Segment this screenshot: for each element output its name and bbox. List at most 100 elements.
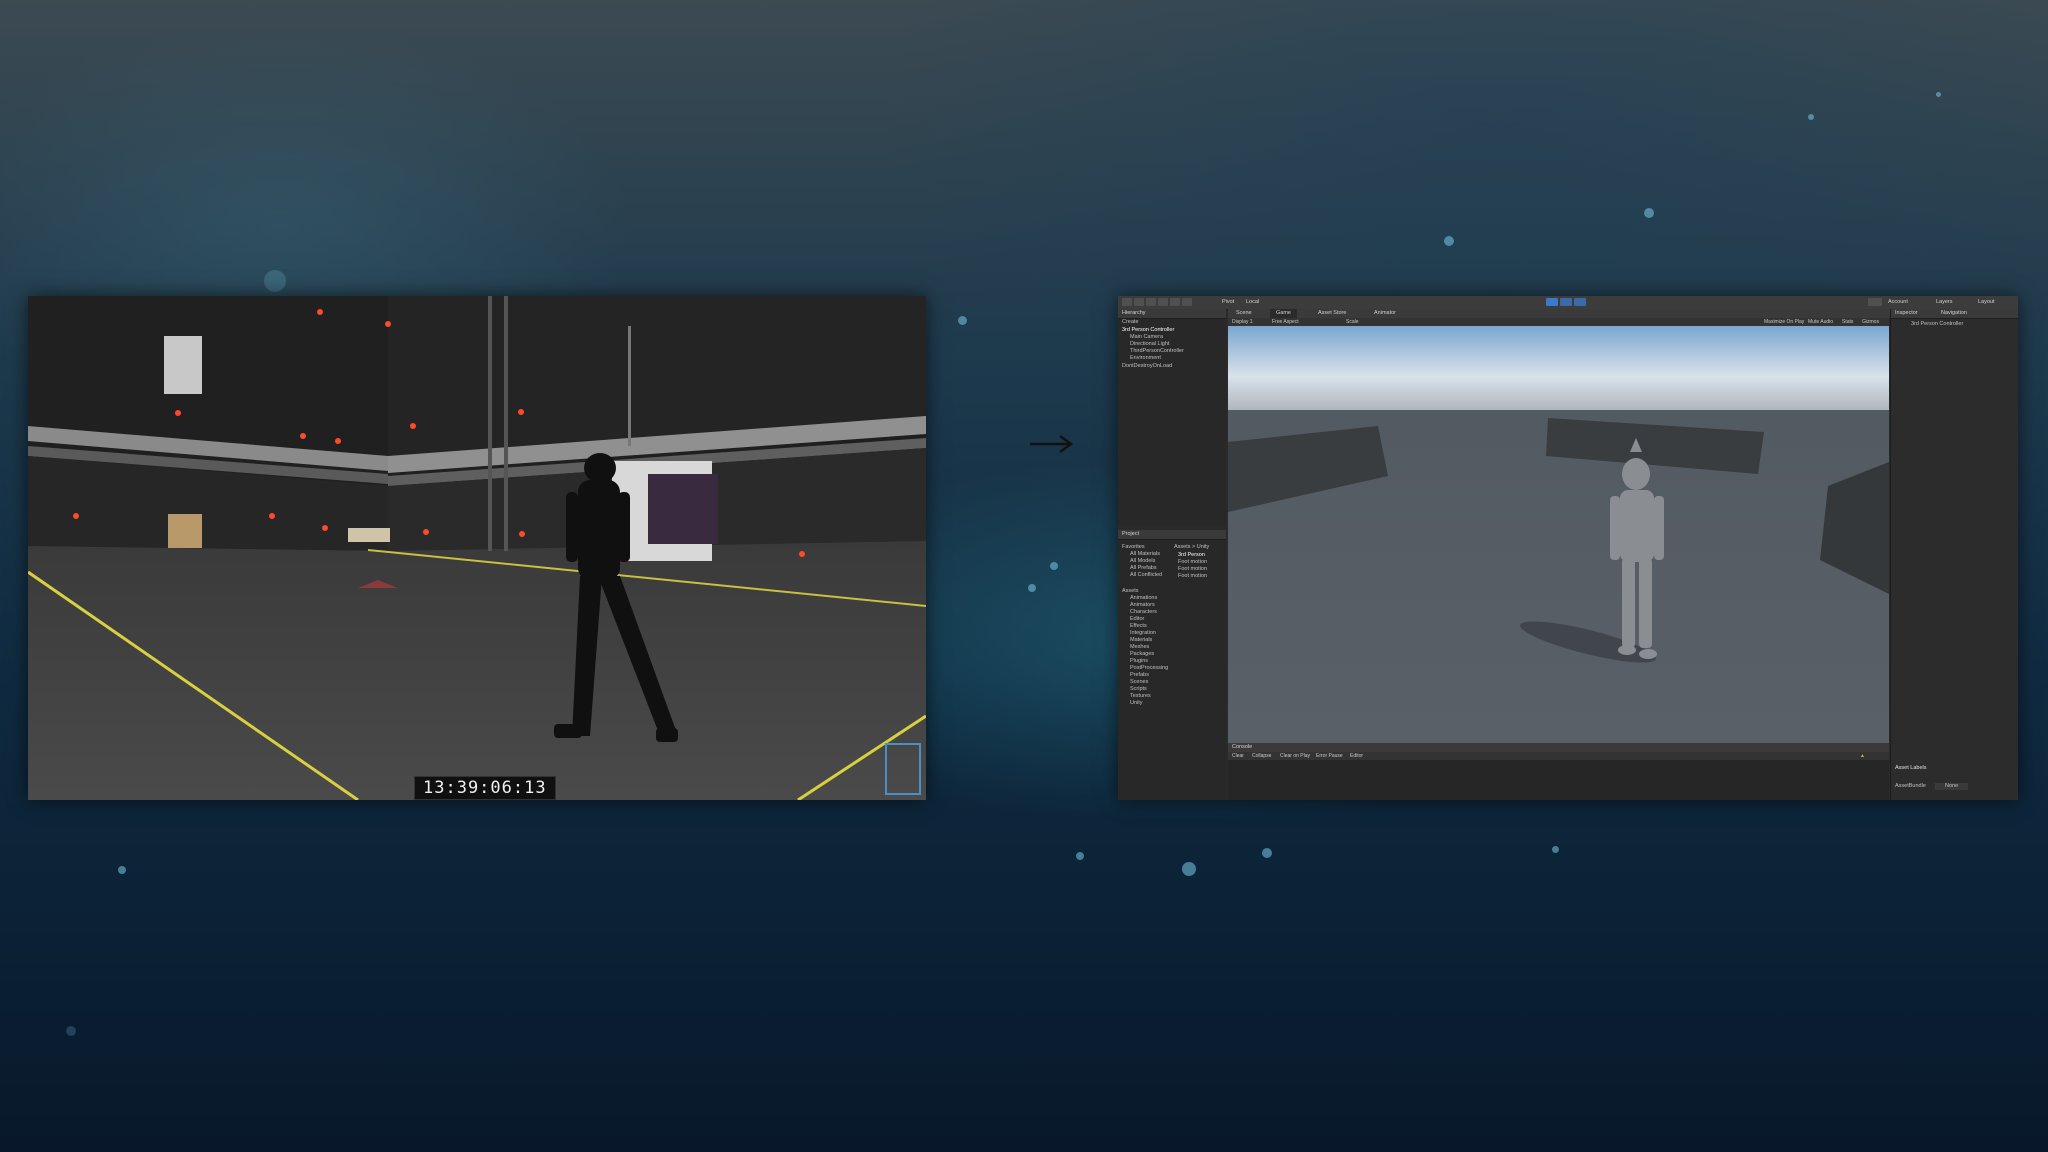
asset-folder[interactable]: Plugins [1130, 658, 1148, 665]
hierarchy-row[interactable]: Main Camera [1130, 334, 1163, 341]
game-view[interactable] [1228, 326, 1889, 743]
favorites-folder[interactable]: Favorites [1122, 544, 1145, 551]
background-sparkle [958, 316, 967, 325]
console-panel: Console Clear Collapse Clear on Play Err… [1228, 743, 1889, 800]
asset-folder[interactable]: Meshes [1130, 644, 1149, 651]
asset-folder[interactable]: Integration [1130, 630, 1156, 637]
hierarchy-row[interactable]: DontDestroyOnLoad [1122, 363, 1172, 370]
account-dropdown[interactable]: Account [1888, 298, 1908, 307]
game-view-render [1228, 326, 1889, 743]
favorite-item[interactable]: All Materials [1130, 551, 1160, 558]
hierarchy-header: Hierarchy [1118, 309, 1226, 319]
hierarchy-row[interactable]: 3rd Person Controller [1122, 327, 1174, 334]
background-sparkle [1182, 862, 1196, 876]
background-sparkle [1262, 848, 1272, 858]
console-clear-on-play-button[interactable]: Clear on Play [1280, 752, 1310, 760]
asset-folder[interactable]: PostProcessing [1130, 665, 1168, 672]
hierarchy-create-button[interactable]: Create [1122, 319, 1139, 326]
tab-game[interactable]: Game [1270, 309, 1297, 318]
scale-tool-button[interactable] [1158, 298, 1168, 306]
assets-folder[interactable]: Assets [1122, 588, 1139, 595]
step-button[interactable] [1574, 298, 1586, 306]
arrow-right-icon [1030, 434, 1074, 454]
console-collapse-button[interactable]: Collapse [1252, 752, 1271, 760]
mocap-video-frame: 13:39:06:13 [28, 296, 926, 800]
game-options-bar: Display 1 Free Aspect Scale Maximize On … [1228, 318, 1889, 326]
rect-tool-button[interactable] [1170, 298, 1180, 306]
background-sparkle [1028, 584, 1036, 592]
hierarchy-panel: Hierarchy Create 3rd Person Controller M… [1118, 309, 1226, 525]
local-toggle[interactable]: Local [1246, 298, 1259, 307]
asset-folder[interactable]: Unity [1130, 700, 1143, 707]
inspector-header: Inspector Navigation [1891, 309, 2018, 319]
tab-asset-store[interactable]: Asset Store [1312, 309, 1352, 318]
maximize-on-play-toggle[interactable]: Maximize On Play [1764, 318, 1804, 326]
hierarchy-title: Hierarchy [1122, 310, 1146, 316]
mute-audio-toggle[interactable]: Mute Audio [1808, 318, 1833, 326]
pivot-toggle[interactable]: Pivot [1222, 298, 1234, 307]
console-clear-button[interactable]: Clear [1232, 752, 1244, 760]
scale-slider[interactable]: Scale [1346, 318, 1359, 326]
display-dropdown[interactable]: Display 1 [1232, 318, 1253, 326]
console-editor-dropdown[interactable]: Editor [1350, 752, 1363, 760]
asset-folder[interactable]: Animations [1130, 595, 1157, 602]
hierarchy-row[interactable]: Environment [1130, 355, 1161, 362]
project-breadcrumb[interactable]: Assets > Unity [1174, 544, 1209, 551]
tab-inspector[interactable]: Inspector [1895, 309, 1918, 318]
background-sparkle [1552, 846, 1559, 853]
project-panel: Project Favorites All Materials All Mode… [1118, 530, 1226, 800]
asset-labels-heading: Asset Labels [1895, 765, 1927, 771]
asset-folder[interactable]: Animators [1130, 602, 1155, 609]
tab-navigation[interactable]: Navigation [1941, 309, 1967, 318]
background-sparkle [1444, 236, 1454, 246]
asset-folder[interactable]: Prefabs [1130, 672, 1149, 679]
console-error-pause-button[interactable]: Error Pause [1316, 752, 1343, 760]
pause-button[interactable] [1560, 298, 1572, 306]
asset-folder[interactable]: Scripts [1130, 686, 1147, 693]
project-file[interactable]: Foot motion [1178, 559, 1207, 566]
inspector-panel: Inspector Navigation 3rd Person Controll… [1890, 309, 2018, 800]
timecode-display: 13:39:06:13 [414, 776, 556, 800]
background-sparkle [1076, 852, 1084, 860]
layers-dropdown[interactable]: Layers [1936, 298, 1953, 307]
hierarchy-row[interactable]: ThirdPersonController [1130, 348, 1184, 355]
stats-toggle[interactable]: Stats [1842, 318, 1853, 326]
project-file[interactable]: Foot motion [1178, 566, 1207, 573]
move-tool-button[interactable] [1134, 298, 1144, 306]
layout-dropdown[interactable]: Layout [1978, 298, 1995, 307]
asset-folder[interactable]: Characters [1130, 609, 1157, 616]
background-sparkle [118, 866, 126, 874]
play-button[interactable] [1546, 298, 1558, 306]
collab-cloud-button[interactable] [1868, 298, 1882, 306]
mocap-stage-image [28, 296, 926, 800]
console-title: Console [1232, 744, 1253, 750]
background-sparkle [66, 1026, 76, 1036]
asset-bundle-dropdown[interactable]: None [1935, 783, 1969, 790]
inspector-object-name[interactable]: 3rd Person Controller [1911, 321, 1963, 328]
asset-folder[interactable]: Textures [1130, 693, 1151, 700]
project-header: Project [1118, 530, 1226, 540]
favorite-item[interactable]: All Prefabs [1130, 565, 1157, 572]
asset-folder[interactable]: Editor [1130, 616, 1144, 623]
editor-toolbar: Pivot Local Account Layers Layout [1118, 296, 2018, 310]
hierarchy-row[interactable]: Directional Light [1130, 341, 1169, 348]
hand-tool-button[interactable] [1122, 298, 1132, 306]
unity-editor-window: Pivot Local Account Layers Layout Hierar… [1118, 296, 2018, 800]
asset-folder[interactable]: Materials [1130, 637, 1152, 644]
favorite-item[interactable]: All Conflicted [1130, 572, 1162, 579]
asset-folder[interactable]: Scenes [1130, 679, 1148, 686]
tab-scene[interactable]: Scene [1230, 309, 1258, 318]
asset-folder[interactable]: Packages [1130, 651, 1154, 658]
project-file[interactable]: 3rd Person [1178, 552, 1205, 559]
project-file[interactable]: Foot motion [1178, 573, 1207, 580]
console-toolbar: Clear Collapse Clear on Play Error Pause… [1228, 752, 1889, 760]
gizmos-dropdown[interactable]: Gizmos [1862, 318, 1879, 326]
asset-folder[interactable]: Effects [1130, 623, 1147, 630]
background-sparkle [1050, 562, 1058, 570]
rotate-tool-button[interactable] [1146, 298, 1156, 306]
transform-tool-button[interactable] [1182, 298, 1192, 306]
favorite-item[interactable]: All Models [1130, 558, 1155, 565]
tab-animator[interactable]: Animator [1368, 309, 1402, 318]
aspect-dropdown[interactable]: Free Aspect [1272, 318, 1299, 326]
warning-icon[interactable]: ▲ [1860, 752, 1865, 760]
